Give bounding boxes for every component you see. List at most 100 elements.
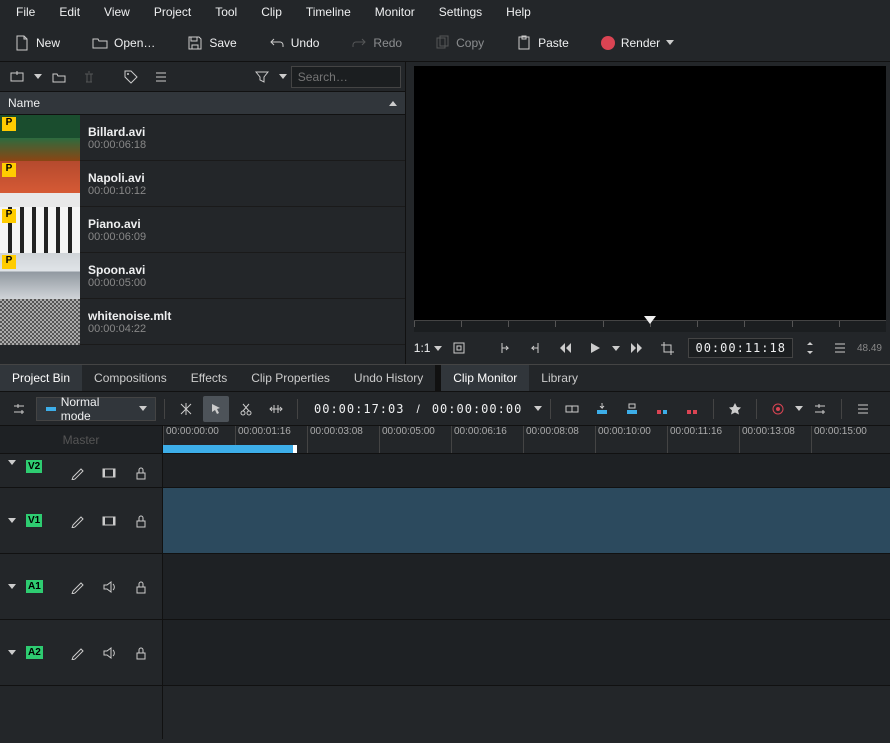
add-folder-button[interactable] <box>46 64 72 90</box>
track-compositing-button[interactable] <box>173 396 199 422</box>
track-lane-a2[interactable] <box>163 620 890 686</box>
edit-mode-select[interactable]: Normal mode <box>36 397 156 421</box>
menu-view[interactable]: View <box>92 1 142 23</box>
mix-clips-button[interactable] <box>559 396 585 422</box>
tab-clip-properties[interactable]: Clip Properties <box>239 365 342 391</box>
new-button[interactable]: New <box>6 31 68 55</box>
zoom-level[interactable]: 1:1 <box>414 341 431 355</box>
preview-render-button[interactable] <box>765 396 791 422</box>
extract-zone-button[interactable] <box>649 396 675 422</box>
mute-track-button[interactable] <box>96 574 122 600</box>
bin-column-header[interactable]: Name <box>0 92 405 115</box>
lock-track-button[interactable] <box>128 460 154 486</box>
set-in-button[interactable] <box>492 335 518 361</box>
track-header-v2[interactable]: V2 <box>0 454 162 488</box>
tab-library[interactable]: Library <box>529 365 590 391</box>
collapse-track-icon[interactable] <box>8 584 16 589</box>
overwrite-zone-button[interactable] <box>619 396 645 422</box>
chevron-down-icon[interactable] <box>612 346 620 351</box>
selection-tool-button[interactable] <box>203 396 229 422</box>
track-lane-a1[interactable] <box>163 554 890 620</box>
tab-project-bin[interactable]: Project Bin <box>0 365 82 391</box>
open-button[interactable]: Open… <box>84 31 163 55</box>
render-button[interactable]: Render <box>593 32 682 54</box>
menu-help[interactable]: Help <box>494 1 543 23</box>
menu-timeline[interactable]: Timeline <box>294 1 363 23</box>
chevron-down-icon[interactable] <box>34 74 42 79</box>
tab-compositions[interactable]: Compositions <box>82 365 179 391</box>
play-button[interactable] <box>582 335 608 361</box>
timeline-timecode-pos[interactable]: 00:00:17:03 <box>306 402 412 416</box>
save-button[interactable]: Save <box>179 31 244 55</box>
options-button[interactable] <box>148 64 174 90</box>
audio-mixer-button[interactable] <box>807 396 833 422</box>
track-lane-v1[interactable] <box>163 488 890 554</box>
add-clip-button[interactable] <box>4 64 30 90</box>
master-track-label[interactable]: Master <box>0 426 162 454</box>
paste-button[interactable]: Paste <box>508 31 577 55</box>
clip-row[interactable]: P Napoli.avi 00:00:10:12 <box>0 161 405 207</box>
clip-row[interactable]: P Billard.avi 00:00:06:18 <box>0 115 405 161</box>
insert-zone-button[interactable] <box>589 396 615 422</box>
menu-project[interactable]: Project <box>142 1 203 23</box>
clip-row[interactable]: P Piano.avi 00:00:06:09 <box>0 207 405 253</box>
spacer-tool-button[interactable] <box>263 396 289 422</box>
track-header-a1[interactable]: A1 <box>0 554 162 620</box>
track-settings-button[interactable] <box>6 396 32 422</box>
zoom-fit-button[interactable] <box>446 335 472 361</box>
set-out-button[interactable] <box>522 335 548 361</box>
zone-indicator[interactable] <box>163 445 295 453</box>
track-effects-button[interactable] <box>64 508 90 534</box>
collapse-track-icon[interactable] <box>8 460 16 465</box>
tab-clip-monitor[interactable]: Clip Monitor <box>441 365 529 391</box>
track-lane-v2[interactable] <box>163 454 890 488</box>
menu-tool[interactable]: Tool <box>203 1 249 23</box>
track-header-a2[interactable]: A2 <box>0 620 162 686</box>
mute-track-button[interactable] <box>96 640 122 666</box>
monitor-viewport[interactable] <box>414 66 886 320</box>
filter-button[interactable] <box>249 64 275 90</box>
monitor-menu-button[interactable] <box>827 335 853 361</box>
chevron-down-icon[interactable] <box>279 74 287 79</box>
tab-undo-history[interactable]: Undo History <box>342 365 435 391</box>
lock-track-button[interactable] <box>128 640 154 666</box>
razor-tool-button[interactable] <box>233 396 259 422</box>
menu-file[interactable]: File <box>4 1 47 23</box>
search-input[interactable] <box>291 66 401 88</box>
copy-button[interactable]: Copy <box>426 31 492 55</box>
menu-settings[interactable]: Settings <box>427 1 494 23</box>
menu-edit[interactable]: Edit <box>47 1 92 23</box>
track-effects-button[interactable] <box>64 460 90 486</box>
tag-button[interactable] <box>118 64 144 90</box>
timeline-ruler[interactable]: 00:00:00:0000:00:01:1600:00:03:0800:00:0… <box>163 426 890 454</box>
hide-track-button[interactable] <box>96 508 122 534</box>
collapse-track-icon[interactable] <box>8 650 16 655</box>
timecode-step-button[interactable] <box>797 335 823 361</box>
track-effects-button[interactable] <box>64 574 90 600</box>
favorite-effects-button[interactable] <box>722 396 748 422</box>
chevron-down-icon[interactable] <box>434 346 442 351</box>
menu-monitor[interactable]: Monitor <box>363 1 427 23</box>
tab-effects[interactable]: Effects <box>179 365 239 391</box>
lock-track-button[interactable] <box>128 574 154 600</box>
undo-button[interactable]: Undo <box>261 31 328 55</box>
collapse-track-icon[interactable] <box>8 518 16 523</box>
clip-row[interactable]: whitenoise.mlt 00:00:04:22 <box>0 299 405 345</box>
lock-track-button[interactable] <box>128 508 154 534</box>
forward-button[interactable] <box>624 335 650 361</box>
chevron-down-icon[interactable] <box>795 406 803 411</box>
chevron-down-icon[interactable] <box>534 406 542 411</box>
redo-button[interactable]: Redo <box>343 31 410 55</box>
timeline-menu-button[interactable] <box>850 396 876 422</box>
timeline-canvas[interactable]: 00:00:00:0000:00:01:1600:00:03:0800:00:0… <box>163 426 890 739</box>
track-header-v1[interactable]: V1 <box>0 488 162 554</box>
menu-clip[interactable]: Clip <box>249 1 294 23</box>
hide-track-button[interactable] <box>96 460 122 486</box>
rewind-button[interactable] <box>552 335 578 361</box>
monitor-timecode[interactable]: 00:00:11:18 <box>688 338 792 358</box>
lift-zone-button[interactable] <box>679 396 705 422</box>
clip-row[interactable]: P Spoon.avi 00:00:05:00 <box>0 253 405 299</box>
crop-button[interactable] <box>654 335 680 361</box>
track-effects-button[interactable] <box>64 640 90 666</box>
delete-clip-button[interactable] <box>76 64 102 90</box>
